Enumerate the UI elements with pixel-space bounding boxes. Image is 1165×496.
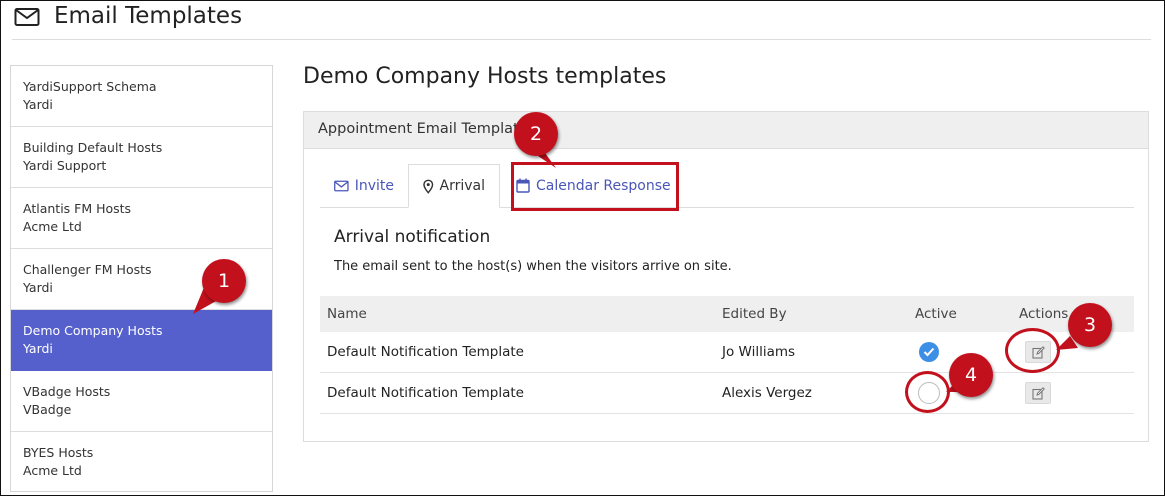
sidebar-item-org: VBadge [23,402,72,417]
sidebar-item-org: Yardi [23,341,53,356]
sidebar-item-org: Yardi Support [23,158,107,173]
envelope-icon [334,180,349,191]
edit-template-button[interactable] [1025,382,1051,404]
sidebar-item-org: Acme Ltd [23,463,82,478]
template-name: Default Notification Template [327,344,524,360]
sidebar-item-label: Atlantis FM Hosts [23,201,132,216]
envelope-icon [14,7,40,27]
page-title: Email Templates [54,2,243,29]
edit-icon [1031,386,1045,400]
active-toggle-highlight-ring [905,371,950,413]
sidebar-item-org: Yardi [23,97,53,112]
sidebar-item-vbadge-hosts[interactable]: VBadge Hosts VBadge [11,371,272,432]
templates-panel: Appointment Email Templates Invite Arriv… [303,111,1149,442]
sidebar-item-label: Demo Company Hosts [23,323,163,338]
panel-heading: Appointment Email Templates [304,112,1148,149]
tab-label: Invite [354,177,394,194]
callout-marker: 2 [514,112,558,156]
table-header: Name Edited By Active Actions [320,296,1134,332]
column-header-active[interactable]: Active [909,306,1013,322]
callout-marker: 3 [1068,303,1112,347]
main-title: Demo Company Hosts templates [303,64,667,89]
tab-label: Arrival [439,178,486,194]
calendar-tab-highlight [511,162,679,211]
tab-invite[interactable]: Invite [320,164,408,207]
edited-by: Alexis Vergez [722,385,812,401]
edited-by: Jo Williams [722,344,796,360]
column-header-name[interactable]: Name [320,306,715,322]
sidebar-item-label: BYES Hosts [23,445,94,460]
table-row: Default Notification Template Alexis Ver… [320,373,1134,414]
column-header-edited-by[interactable]: Edited By [715,306,909,322]
active-toggle-checked[interactable] [919,342,939,362]
sidebar-item-yardisupport-schema[interactable]: YardiSupport Schema Yardi [11,66,272,127]
template-tabs: Invite Arrival Calendar Response [320,164,1134,208]
tab-arrival[interactable]: Arrival [408,164,500,208]
sidebar-item-label: VBadge Hosts [23,384,111,399]
section-title: Arrival notification [334,227,491,247]
edit-button-highlight-ring [1005,328,1060,373]
sidebar-item-label: YardiSupport Schema [23,79,157,94]
sidebar-item-org: Acme Ltd [23,219,82,234]
sidebar-item-byes-hosts[interactable]: BYES Hosts Acme Ltd [11,432,272,493]
template-name: Default Notification Template [327,385,524,401]
section-description: The email sent to the host(s) when the v… [334,259,732,274]
check-icon [923,347,935,357]
sidebar-item-atlantis-fm-hosts[interactable]: Atlantis FM Hosts Acme Ltd [11,188,272,249]
callout-marker: 1 [202,259,246,303]
page-header: Email Templates [12,0,1151,40]
map-pin-icon [423,179,434,194]
callout-marker: 4 [949,353,993,397]
sidebar-item-demo-company-hosts[interactable]: Demo Company Hosts Yardi [11,310,272,371]
sidebar-item-label: Building Default Hosts [23,140,163,155]
sidebar-item-building-default-hosts[interactable]: Building Default Hosts Yardi Support [11,127,272,188]
